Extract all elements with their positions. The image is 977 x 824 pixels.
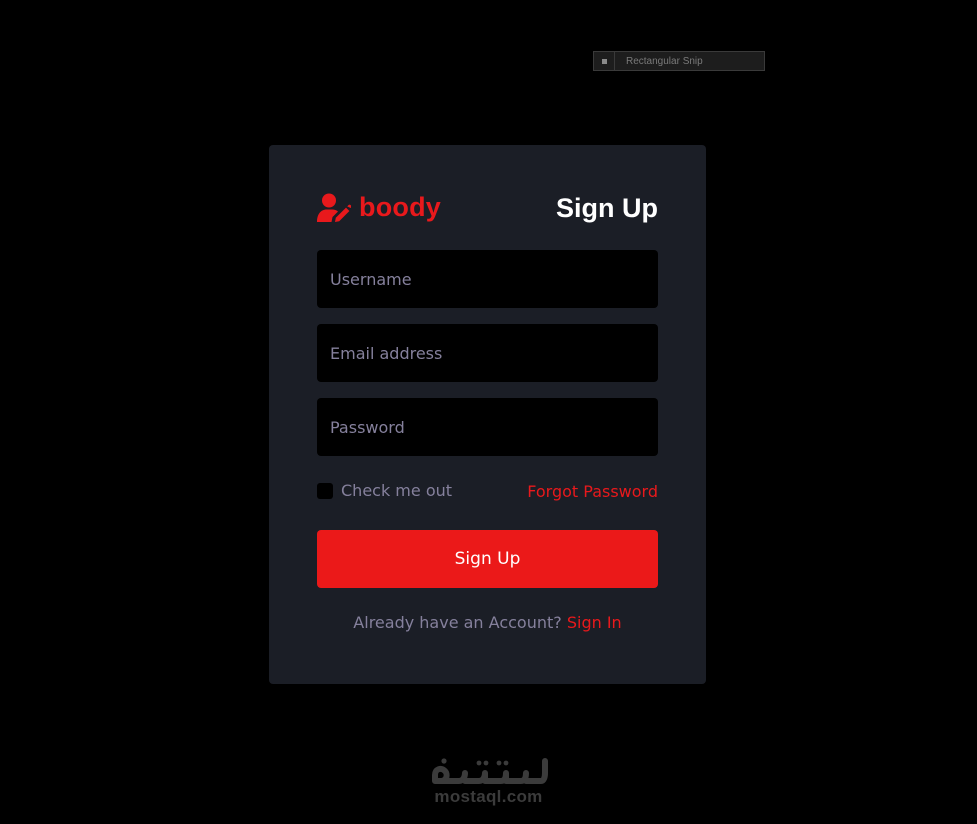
brand-name: boody	[359, 192, 441, 222]
remember-checkbox[interactable]	[317, 482, 333, 499]
forgot-password-link[interactable]: Forgot Password	[527, 482, 658, 501]
email-input[interactable]	[317, 324, 658, 382]
remember-label: Check me out	[341, 481, 453, 500]
page: Rectangular Snip boody Sign Up Check me …	[0, 0, 977, 824]
options-row: Check me out Forgot Password	[317, 481, 658, 503]
snipping-tool-tooltip: Rectangular Snip	[593, 51, 765, 71]
username-input[interactable]	[317, 250, 658, 308]
user-edit-icon	[317, 193, 351, 222]
signup-button[interactable]: Sign Up	[317, 530, 658, 588]
brand-logo: boody	[317, 192, 441, 223]
signin-prompt-row: Already have an Account? Sign In	[269, 613, 706, 632]
mostaql-watermark: mostaql.com	[420, 755, 557, 807]
mostaql-logo	[431, 758, 548, 784]
snip-mode-label: Rectangular Snip	[626, 55, 703, 67]
snip-mode-icon	[594, 52, 615, 70]
signup-card: boody Sign Up Check me out Forgot Passwo…	[269, 145, 706, 684]
page-title: Sign Up	[556, 193, 658, 223]
remember-option[interactable]: Check me out	[317, 481, 452, 500]
card-header: boody Sign Up	[317, 192, 658, 226]
signin-prompt-text: Already have an Account?	[353, 613, 562, 632]
watermark-url: mostaql.com	[434, 787, 543, 806]
password-input[interactable]	[317, 398, 658, 456]
signin-link[interactable]: Sign In	[567, 613, 622, 632]
